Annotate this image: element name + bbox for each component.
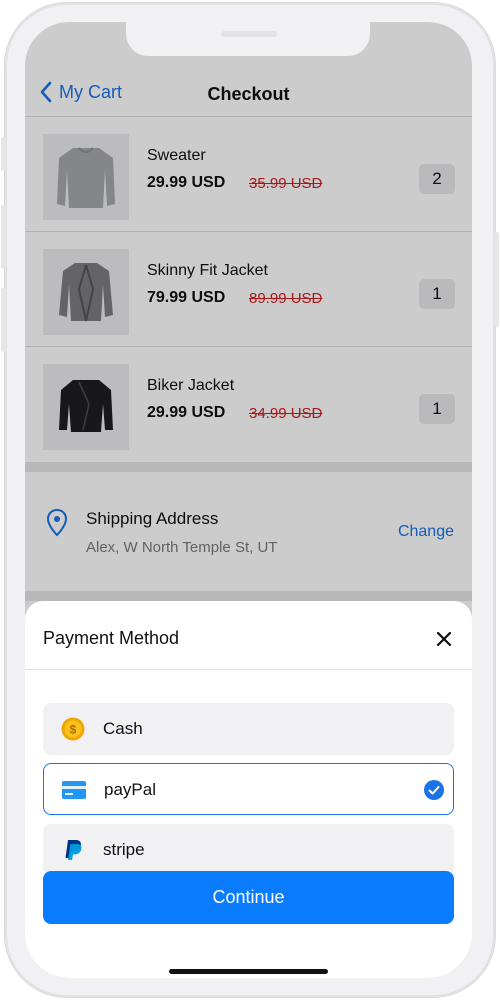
home-indicator (169, 969, 328, 974)
svg-text:$: $ (70, 723, 77, 737)
payment-option-label: Cash (103, 719, 143, 738)
payment-option-cash[interactable]: $ Cash (43, 703, 454, 755)
close-icon[interactable] (436, 631, 452, 647)
continue-button[interactable]: Continue (43, 871, 454, 924)
sheet-title: Payment Method (43, 628, 180, 648)
paypal-logo-icon (65, 840, 82, 860)
checkmark-icon (424, 780, 444, 800)
divider (25, 669, 472, 670)
volume-up-button (1, 205, 6, 269)
payment-option-stripe[interactable]: stripe (43, 824, 454, 876)
card-icon (62, 781, 86, 799)
screen: My Cart Checkout Sweater 29.99 USD 35.99… (25, 22, 472, 978)
payment-option-paypal[interactable]: payPal (43, 763, 454, 815)
power-button (494, 232, 499, 327)
payment-option-label: payPal (104, 780, 156, 799)
payment-method-sheet: Payment Method $ Cash payPal stripe Cont… (25, 601, 472, 978)
mute-switch (1, 137, 6, 171)
coin-icon: $ (61, 717, 85, 741)
volume-down-button (1, 288, 6, 352)
speaker (221, 31, 277, 37)
payment-option-label: stripe (103, 840, 145, 859)
notch (126, 22, 370, 56)
